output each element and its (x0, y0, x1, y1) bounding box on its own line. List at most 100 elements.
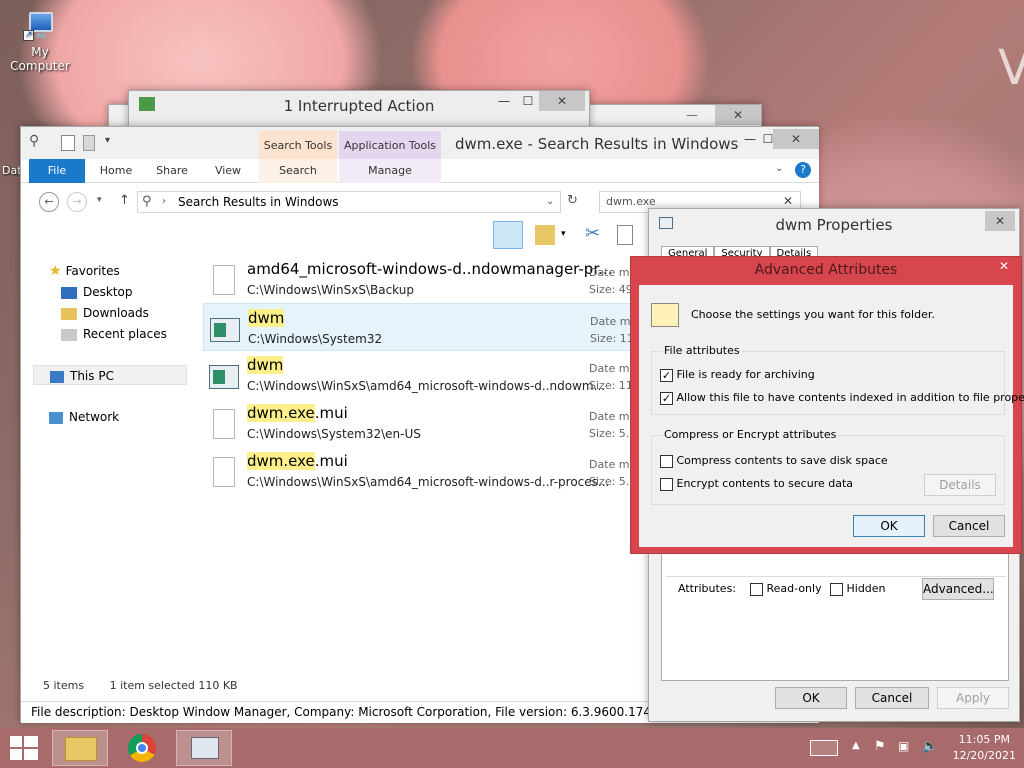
volume-icon[interactable]: 🔈 (922, 739, 938, 754)
address-field[interactable]: ⚲ › Search Results in Windows ⌄ (137, 191, 561, 213)
monitor-taskbar-button[interactable] (176, 730, 232, 766)
item-name-suffix: .mui (314, 452, 348, 470)
nav-recent-places[interactable]: Recent places (61, 324, 167, 344)
status-selection: 1 item selected 110 KB (109, 679, 238, 692)
close-button[interactable]: ✕ (991, 259, 1017, 277)
cancel-button[interactable]: Cancel (855, 687, 929, 709)
item-name-highlight: dwm (247, 356, 284, 374)
status-item-count: 5 items (43, 679, 85, 692)
this-pc-icon (50, 370, 64, 383)
desktop-icon (61, 286, 77, 299)
back-button[interactable]: ← (39, 192, 59, 212)
desktop-partial-label[interactable]: Dat (2, 164, 22, 177)
performance-monitor-icon (191, 737, 219, 759)
item-name-highlight: dwm (248, 309, 285, 327)
details-button[interactable]: Details (924, 474, 996, 496)
nav-this-pc[interactable]: This PC (33, 365, 187, 385)
properties-icon[interactable] (61, 135, 75, 151)
item-path: C:\Windows\System32\en-US (247, 427, 421, 441)
chevron-down-icon[interactable]: ⌄ (546, 192, 554, 212)
minimize-button[interactable]: — (669, 105, 715, 125)
tab-manage[interactable]: Manage (339, 159, 441, 183)
tab-view[interactable]: View (205, 159, 251, 183)
compress-encrypt-group: Compress or Encrypt attributes Compress … (651, 428, 1005, 505)
checkbox[interactable] (750, 582, 763, 596)
index-checkbox[interactable]: ✓ Allow this file to have contents index… (660, 391, 1024, 405)
start-button[interactable] (10, 736, 38, 760)
compress-checkbox[interactable]: Compress contents to save disk space (660, 454, 888, 468)
nav-downloads[interactable]: Downloads (61, 303, 149, 323)
nav-favorites[interactable]: ★ Favorites (49, 261, 120, 281)
properties-folder-icon[interactable] (535, 225, 555, 245)
chevron-down-icon[interactable]: ▾ (561, 229, 566, 239)
close-button[interactable]: ✕ (539, 91, 585, 111)
qat-dropdown-icon[interactable]: ▾ (105, 135, 110, 146)
chrome-taskbar-button[interactable] (116, 730, 172, 766)
taskbar: ▲ ⚑ ▣ 🔈 11:05 PM 12/20/2021 (0, 728, 1024, 768)
recent-dropdown-icon[interactable]: ▾ (97, 195, 102, 205)
list-item[interactable]: dwm C:\Windows\System32 Date mo Size: 11… (203, 303, 653, 351)
forward-button[interactable]: → (67, 192, 87, 212)
flag-icon[interactable]: ⚑ (874, 739, 886, 754)
status-bar: 5 items 1 item selected 110 KB (43, 679, 238, 692)
keyboard-icon[interactable] (810, 740, 838, 756)
file-attributes-group: File attributes ✓ File is ready for arch… (651, 344, 1024, 415)
search-icon[interactable]: ⚲ (29, 133, 39, 149)
ribbon-tabs: File Home Share View Search Manage ⌄ ? (21, 159, 819, 183)
item-path: C:\Windows\WinSxS\amd64_microsoft-window… (247, 379, 606, 393)
new-folder-icon[interactable] (83, 135, 95, 151)
close-button[interactable]: ✕ (985, 211, 1015, 231)
item-path: C:\Windows\WinSxS\amd64_microsoft-window… (247, 475, 610, 489)
list-item[interactable]: amd64_microsoft-windows-d..ndowmanager-p… (203, 255, 653, 303)
encrypt-checkbox[interactable]: Encrypt contents to secure data (660, 477, 853, 491)
checkbox[interactable]: ✓ (660, 368, 673, 382)
list-item[interactable]: dwm.exe.mui C:\Windows\System32\en-US Da… (203, 399, 653, 447)
tab-home[interactable]: Home (93, 159, 139, 183)
apply-button[interactable]: Apply (937, 687, 1009, 709)
file-icon (213, 265, 235, 295)
hidden-checkbox[interactable]: Hidden (830, 582, 886, 596)
checkbox[interactable] (660, 477, 673, 491)
tab-share[interactable]: Share (149, 159, 195, 183)
nav-network[interactable]: Network (49, 407, 119, 427)
network-icon[interactable]: ▣ (898, 739, 909, 753)
advanced-button[interactable]: Advanced... (922, 578, 994, 600)
nav-desktop[interactable]: Desktop (61, 282, 133, 302)
readonly-checkbox[interactable]: Read-only (750, 582, 822, 596)
clock-time: 11:05 PM (958, 733, 1010, 746)
show-hidden-icons[interactable]: ▲ (852, 740, 860, 751)
item-name: amd64_microsoft-windows-d..ndowmanager-p… (247, 260, 613, 278)
my-computer-icon[interactable]: ↗ My Computer (2, 8, 78, 73)
archive-checkbox[interactable]: ✓ File is ready for archiving (660, 368, 815, 382)
attributes-icon (651, 303, 679, 327)
clock[interactable]: 11:05 PM 12/20/2021 (953, 732, 1016, 764)
expand-ribbon-icon[interactable]: ⌄ (775, 163, 783, 174)
tab-search[interactable]: Search (259, 159, 337, 183)
group-label: File attributes (662, 344, 742, 357)
advanced-attributes-dialog[interactable]: Advanced Attributes ✕ Choose the setting… (630, 256, 1024, 554)
ok-button[interactable]: OK (775, 687, 847, 709)
breadcrumb-arrow-icon: › (162, 196, 166, 207)
clear-search-icon[interactable]: ✕ (783, 194, 793, 208)
close-button[interactable]: ✕ (715, 105, 761, 125)
tab-file[interactable]: File (29, 159, 85, 183)
copy-icon[interactable] (617, 225, 633, 245)
list-item[interactable]: dwm.exe.mui C:\Windows\WinSxS\amd64_micr… (203, 447, 653, 495)
preview-pane-icon[interactable] (493, 221, 523, 249)
file-explorer-taskbar-button[interactable] (52, 730, 108, 766)
clock-date: 12/20/2021 (952, 749, 1016, 762)
checkbox[interactable] (660, 454, 673, 468)
file-icon (213, 409, 235, 439)
help-icon[interactable]: ? (795, 162, 811, 178)
ok-button[interactable]: OK (853, 515, 925, 537)
up-icon[interactable]: ↑ (119, 193, 130, 208)
refresh-icon[interactable]: ↻ (567, 193, 578, 208)
wallpaper-letter: V (998, 40, 1024, 96)
cut-icon[interactable]: ✂ (585, 223, 600, 244)
checkbox[interactable] (830, 582, 843, 596)
list-item[interactable]: dwm C:\Windows\WinSxS\amd64_microsoft-wi… (203, 351, 653, 399)
intro-text: Choose the settings you want for this fo… (691, 308, 935, 321)
close-button[interactable]: ✕ (773, 129, 819, 149)
checkbox[interactable]: ✓ (660, 391, 673, 405)
cancel-button[interactable]: Cancel (933, 515, 1005, 537)
